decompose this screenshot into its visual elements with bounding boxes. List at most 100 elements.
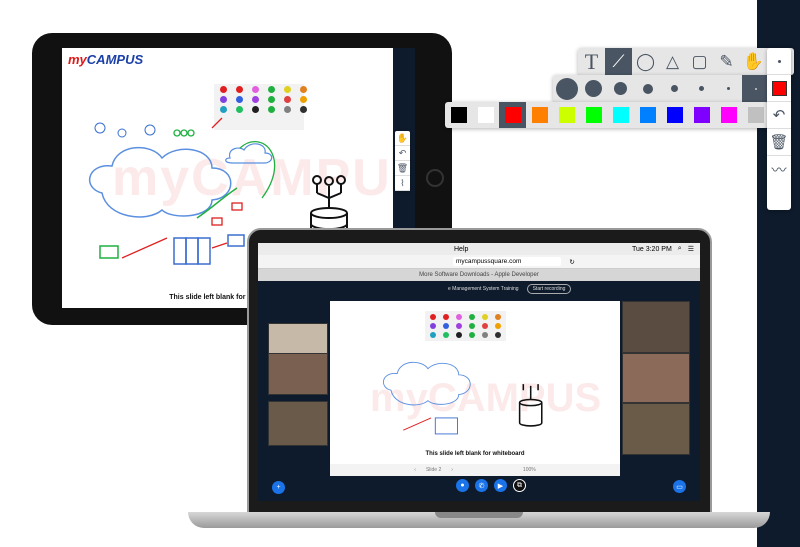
palette-dot	[220, 86, 227, 93]
color-swatch[interactable]	[607, 102, 634, 128]
size-option[interactable]	[661, 75, 688, 102]
video-tile	[622, 301, 690, 353]
size-option[interactable]	[742, 75, 769, 102]
app-header: e Management System Training Start recor…	[258, 281, 700, 296]
course-title: e Management System Training	[448, 285, 519, 292]
color-swatch[interactable]	[688, 102, 715, 128]
undo-icon[interactable]: ↶	[767, 102, 791, 129]
palette-dot	[268, 106, 275, 113]
color-swatch[interactable]	[445, 102, 472, 128]
present-button[interactable]: ▭	[673, 480, 686, 493]
palette-dot	[252, 96, 259, 103]
search-icon[interactable]: ⌕	[678, 245, 682, 253]
line-tool-icon[interactable]: ⟋	[605, 48, 632, 75]
browser-url-bar: mycampussquare.com ↻	[258, 255, 700, 269]
palette-dot	[284, 106, 291, 113]
palette-dot	[236, 86, 243, 93]
size-dot	[671, 85, 678, 92]
size-option[interactable]	[715, 75, 742, 102]
menu-help[interactable]: Help	[454, 246, 468, 253]
color-swatch[interactable]	[742, 102, 769, 128]
camera-button[interactable]: ▶	[494, 479, 507, 492]
palette-dot	[220, 96, 227, 103]
ipad-home-button	[426, 169, 444, 187]
palette-dot	[268, 86, 275, 93]
size-dot	[754, 87, 757, 90]
phone-button[interactable]: ✆	[475, 479, 488, 492]
palette-dot	[300, 86, 307, 93]
rectangle-tool-icon[interactable]: ▢	[686, 48, 713, 75]
hand-icon[interactable]: ✋	[395, 131, 410, 146]
size-option[interactable]	[634, 75, 661, 102]
list-icon[interactable]: ☰	[688, 245, 694, 253]
video-tile	[622, 403, 690, 455]
color-swatch[interactable]	[499, 102, 526, 128]
size-option[interactable]	[607, 75, 634, 102]
browser-tab[interactable]: More Software Downloads - Apple Develope…	[258, 269, 700, 281]
graph-icon[interactable]: 〰	[767, 156, 791, 183]
video-tile	[622, 353, 690, 403]
laptop-notch	[435, 512, 523, 518]
palette-dot	[300, 106, 307, 113]
next-slide-icon[interactable]: ›	[451, 467, 453, 473]
ipad-mini-toolbar: ✋ ↶ 🗑 ⌇	[395, 131, 410, 191]
current-color-button[interactable]	[767, 75, 791, 102]
text-tool-icon[interactable]: T	[578, 48, 605, 75]
color-row	[445, 102, 769, 128]
reload-icon[interactable]: ↻	[569, 258, 574, 266]
palette-dot	[284, 96, 291, 103]
current-size-button[interactable]	[767, 48, 791, 75]
size-option[interactable]	[580, 75, 607, 102]
palette-dot	[284, 86, 291, 93]
whiteboard-slide: myCAMPUS This slide left blank for white…	[330, 301, 620, 476]
undo-icon[interactable]: ↶	[395, 146, 410, 161]
pencil-tool-icon[interactable]: ✎	[713, 48, 740, 75]
triangle-tool-icon[interactable]: △	[659, 48, 686, 75]
graph-icon[interactable]: ⌇	[395, 176, 410, 191]
color-swatch[interactable]	[526, 102, 553, 128]
circle-tool-icon[interactable]: ◯	[632, 48, 659, 75]
size-dot	[555, 77, 578, 100]
palette-dot	[300, 96, 307, 103]
color-swatch[interactable]	[553, 102, 580, 128]
mini-palette	[217, 86, 310, 113]
palette-dot	[268, 96, 275, 103]
size-dot	[699, 86, 704, 91]
clock: Tue 3:20 PM	[631, 245, 672, 253]
call-controls: ● ✆ ▶ ⧉	[456, 479, 526, 492]
mac-menubar: Help Tue 3:20 PM ⌕ ☰	[258, 243, 700, 255]
color-swatch[interactable]	[715, 102, 742, 128]
size-option[interactable]	[553, 75, 580, 102]
color-swatch[interactable]	[580, 102, 607, 128]
color-swatch[interactable]	[634, 102, 661, 128]
prev-slide-icon[interactable]: ‹	[414, 467, 416, 473]
laptop-screen: Help Tue 3:20 PM ⌕ ☰ mycampussquare.com ↻…	[258, 243, 700, 501]
url-input[interactable]: mycampussquare.com	[453, 257, 562, 266]
tool-row: T ⟋ ◯ △ ▢ ✎ ✋ ⟋	[578, 48, 794, 75]
share-screen-button[interactable]: ⧉	[513, 479, 526, 492]
size-dot	[614, 82, 627, 95]
video-tile	[268, 353, 328, 395]
video-tile	[268, 401, 328, 446]
add-button[interactable]: +	[272, 481, 285, 494]
color-swatch[interactable]	[472, 102, 499, 128]
color-swatch[interactable]	[661, 102, 688, 128]
hand-tool-icon[interactable]: ✋	[740, 48, 767, 75]
start-recording-button[interactable]: Start recording	[526, 283, 572, 294]
size-dot	[727, 87, 730, 90]
size-option[interactable]	[688, 75, 715, 102]
palette-dot	[236, 106, 243, 113]
palette-dot	[220, 106, 227, 113]
zoom-level: 100%	[522, 467, 536, 473]
palette-dot	[252, 86, 259, 93]
tab-title: More Software Downloads - Apple Develope…	[419, 272, 539, 278]
slide-selector[interactable]: Slide 2	[426, 467, 441, 473]
size-dot	[585, 80, 602, 97]
mic-button[interactable]: ●	[456, 479, 469, 492]
side-panel: ↶ 🗑 〰	[767, 48, 791, 210]
trash-icon[interactable]: 🗑	[395, 161, 410, 176]
slide-navigation: ‹ Slide 2 › 100%	[330, 464, 620, 476]
size-dot	[642, 83, 653, 94]
slide-caption: This slide left blank for whiteboard	[425, 451, 525, 457]
trash-icon[interactable]: 🗑	[767, 129, 791, 156]
